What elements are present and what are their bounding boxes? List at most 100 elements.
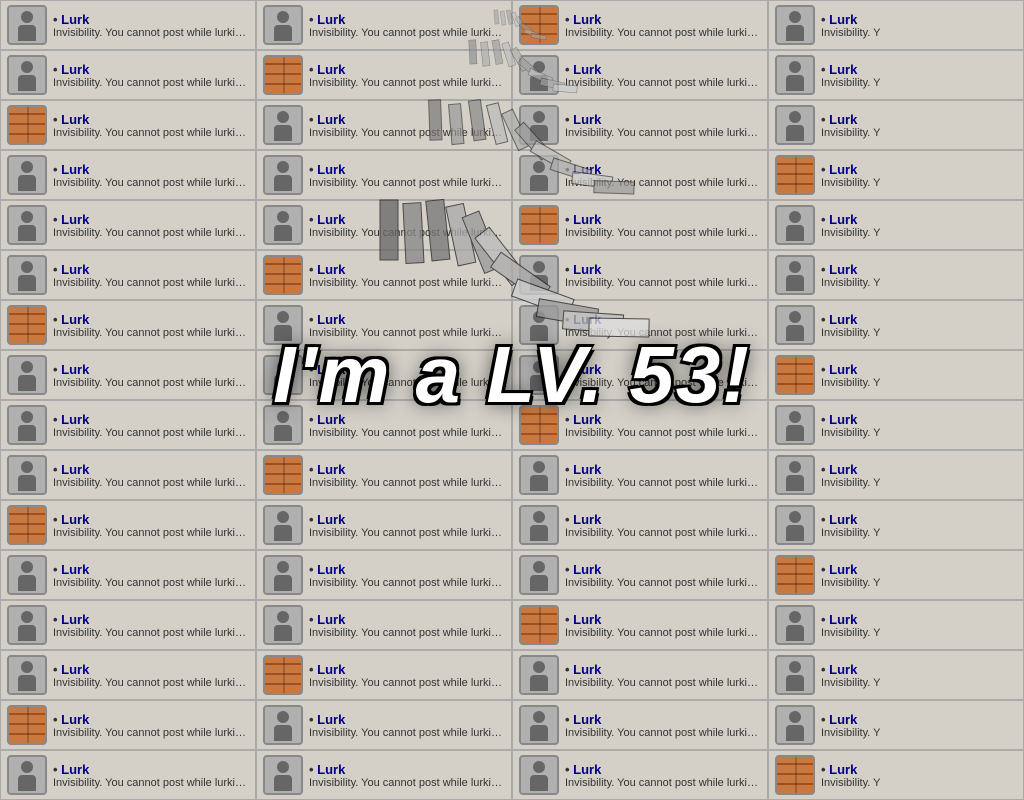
user-status: Invisibility. Y [821,777,1017,789]
avatar [775,455,815,495]
avatar [519,155,559,195]
user-name: Lurk [565,212,761,227]
person-icon [9,755,45,795]
avatar [263,655,303,695]
user-name: Lurk [53,662,249,677]
user-status: Invisibility. You cannot post while lurk… [309,577,505,589]
list-item: Lurk Invisibility. Y [768,550,1024,600]
user-name: Lurk [53,212,249,227]
list-item: Lurk Invisibility. You cannot post while… [512,0,768,50]
list-item: Lurk Invisibility. You cannot post while… [256,300,512,350]
cell-info: Lurk Invisibility. You cannot post while… [53,462,249,489]
list-item: Lurk Invisibility. You cannot post while… [256,500,512,550]
user-name: Lurk [565,612,761,627]
cell-info: Lurk Invisibility. You cannot post while… [53,362,249,389]
avatar [7,155,47,195]
person-icon [9,255,45,295]
user-name: Lurk [565,762,761,777]
user-status: Invisibility. You cannot post while lurk… [309,127,505,139]
list-item: Lurk Invisibility. Y [768,200,1024,250]
avatar [263,405,303,445]
person-icon [265,155,301,195]
person-icon [265,205,301,245]
user-name: Lurk [309,762,505,777]
person-icon [265,105,301,145]
person-icon [265,555,301,595]
avatar [7,655,47,695]
avatar [7,705,47,745]
cell-info: Lurk Invisibility. You cannot post while… [309,62,505,89]
user-status: Invisibility. You cannot post while lurk… [309,477,505,489]
person-icon [265,355,301,395]
user-name: Lurk [821,612,1017,627]
cell-info: Lurk Invisibility. You cannot post while… [53,312,249,339]
user-status: Invisibility. Y [821,477,1017,489]
avatar [519,105,559,145]
list-item: Lurk Invisibility. You cannot post while… [256,400,512,450]
user-name: Lurk [309,412,505,427]
person-icon [777,655,813,695]
list-item: Lurk Invisibility. You cannot post while… [0,0,256,50]
person-icon [521,755,557,795]
avatar [263,605,303,645]
list-item: Lurk Invisibility. You cannot post while… [256,350,512,400]
user-status: Invisibility. You cannot post while lurk… [565,77,761,89]
cell-info: Lurk Invisibility. You cannot post while… [309,562,505,589]
user-status: Invisibility. You cannot post while lurk… [309,677,505,689]
person-icon [777,205,813,245]
cell-info: Lurk Invisibility. You cannot post while… [53,162,249,189]
cell-info: Lurk Invisibility. You cannot post while… [309,162,505,189]
list-item: Lurk Invisibility. Y [768,500,1024,550]
person-icon [777,605,813,645]
avatar [775,205,815,245]
cell-info: Lurk Invisibility. You cannot post while… [565,312,761,339]
cell-info: Lurk Invisibility. You cannot post while… [309,512,505,539]
user-status: Invisibility. You cannot post while lurk… [565,27,761,39]
list-item: Lurk Invisibility. Y [768,600,1024,650]
user-status: Invisibility. Y [821,377,1017,389]
cell-info: Lurk Invisibility. Y [821,262,1017,289]
user-name: Lurk [53,462,249,477]
user-name: Lurk [53,262,249,277]
avatar [7,555,47,595]
user-name: Lurk [821,162,1017,177]
user-name: Lurk [821,62,1017,77]
cell-info: Lurk Invisibility. You cannot post while… [309,112,505,139]
user-name: Lurk [309,212,505,227]
user-name: Lurk [565,562,761,577]
cell-info: Lurk Invisibility. You cannot post while… [565,462,761,489]
avatar [775,605,815,645]
user-name: Lurk [821,362,1017,377]
person-icon [777,405,813,445]
cell-info: Lurk Invisibility. You cannot post while… [565,712,761,739]
user-name: Lurk [309,362,505,377]
list-item: Lurk Invisibility. You cannot post while… [0,250,256,300]
list-item: Lurk Invisibility. You cannot post while… [0,100,256,150]
avatar [263,555,303,595]
avatar [519,55,559,95]
avatar [775,355,815,395]
cell-info: Lurk Invisibility. You cannot post while… [53,112,249,139]
user-name: Lurk [309,12,505,27]
avatar [7,5,47,45]
avatar [263,305,303,345]
avatar [775,405,815,445]
cell-info: Lurk Invisibility. You cannot post while… [53,212,249,239]
cell-info: Lurk Invisibility. You cannot post while… [53,12,249,39]
user-name: Lurk [309,462,505,477]
user-name: Lurk [821,412,1017,427]
person-icon [9,555,45,595]
list-item: Lurk Invisibility. You cannot post while… [0,700,256,750]
cell-info: Lurk Invisibility. Y [821,762,1017,789]
cell-info: Lurk Invisibility. You cannot post while… [309,312,505,339]
person-icon [9,605,45,645]
person-icon [521,255,557,295]
user-status: Invisibility. You cannot post while lurk… [565,227,761,239]
user-name: Lurk [821,512,1017,527]
user-name: Lurk [821,262,1017,277]
person-icon [777,255,813,295]
cell-info: Lurk Invisibility. You cannot post while… [309,662,505,689]
user-status: Invisibility. You cannot post while lurk… [565,777,761,789]
avatar [263,5,303,45]
list-item: Lurk Invisibility. You cannot post while… [0,500,256,550]
